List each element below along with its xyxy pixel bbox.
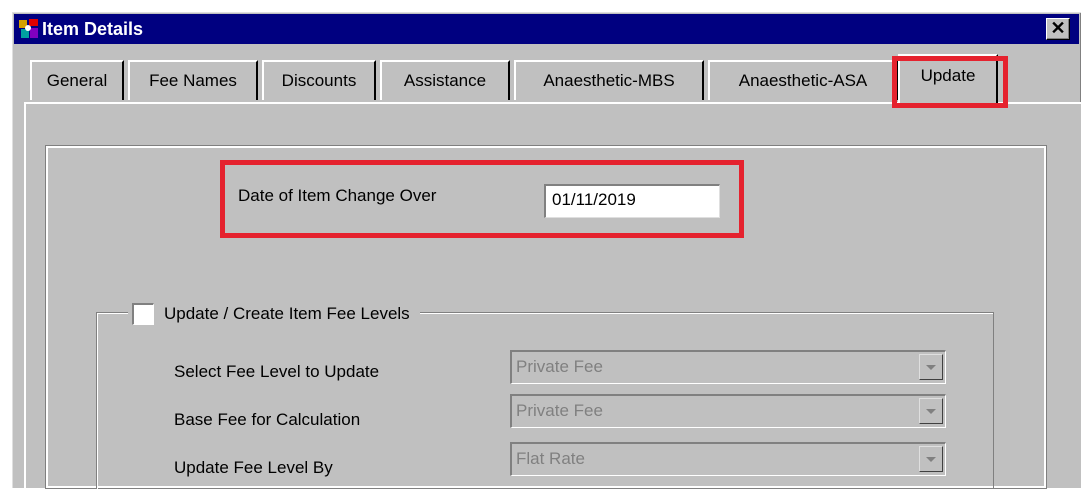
update-fee-by-value: Flat Rate bbox=[516, 449, 585, 468]
select-fee-level-value: Private Fee bbox=[516, 357, 603, 376]
close-button[interactable]: ✕ bbox=[1046, 18, 1070, 40]
select-fee-level-label: Select Fee Level to Update bbox=[174, 362, 380, 381]
update-fee-levels-label: Update / Create Item Fee Levels bbox=[164, 304, 410, 323]
tab-label: Anaesthetic-MBS bbox=[543, 71, 675, 90]
app-icon bbox=[19, 19, 38, 38]
base-fee-value: Private Fee bbox=[516, 401, 603, 420]
tab-discounts[interactable]: Discounts bbox=[262, 60, 376, 100]
chevron-down-icon[interactable] bbox=[919, 398, 943, 424]
tab-label: Assistance bbox=[403, 71, 487, 90]
update-fee-by-dropdown[interactable]: Flat Rate bbox=[510, 442, 946, 476]
tab-label: Anaesthetic-ASA bbox=[738, 71, 868, 90]
base-fee-label: Base Fee for Calculation bbox=[174, 410, 361, 429]
tab-anaesthetic-mbs[interactable]: Anaesthetic-MBS bbox=[514, 60, 704, 100]
tab-label: Discounts bbox=[281, 71, 357, 90]
chevron-down-icon[interactable] bbox=[919, 354, 943, 380]
tab-fee-names[interactable]: Fee Names bbox=[128, 60, 258, 100]
title-bar: Item Details ✕ bbox=[14, 14, 1079, 44]
change-over-date-input[interactable]: 01/11/2019 bbox=[544, 184, 720, 218]
tab-label: Fee Names bbox=[149, 71, 237, 90]
update-tab-highlight bbox=[892, 56, 1008, 108]
change-over-label: Date of Item Change Over bbox=[238, 186, 437, 205]
close-icon: ✕ bbox=[1050, 18, 1066, 38]
tab-label: General bbox=[46, 71, 108, 90]
select-fee-level-dropdown[interactable]: Private Fee bbox=[510, 350, 946, 384]
update-fee-by-label: Update Fee Level By bbox=[174, 458, 333, 477]
update-fee-levels-checkbox[interactable] bbox=[132, 303, 154, 325]
chevron-down-icon[interactable] bbox=[919, 446, 943, 472]
base-fee-dropdown[interactable]: Private Fee bbox=[510, 394, 946, 428]
tab-anaesthetic-asa[interactable]: Anaesthetic-ASA bbox=[708, 60, 898, 100]
tab-general[interactable]: General bbox=[30, 60, 124, 100]
fee-levels-legend: Update / Create Item Fee Levels bbox=[128, 300, 420, 328]
tab-assistance[interactable]: Assistance bbox=[380, 60, 510, 100]
window-title: Item Details bbox=[42, 19, 144, 39]
